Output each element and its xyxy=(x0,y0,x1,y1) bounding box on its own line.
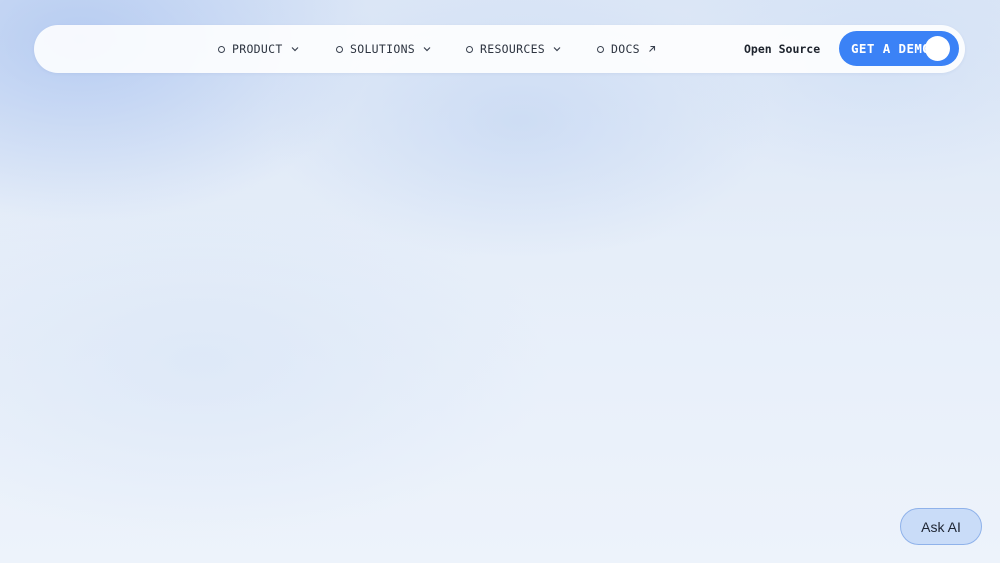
chevron-down-icon xyxy=(423,47,431,52)
bullet-icon xyxy=(336,45,343,53)
bullet-icon xyxy=(218,45,225,53)
ask-ai-button[interactable]: Ask AI xyxy=(900,508,982,545)
nav-item-label: RESOURCES xyxy=(480,42,546,56)
nav-item-label: PRODUCT xyxy=(232,42,283,56)
ask-ai-label: Ask AI xyxy=(921,518,961,535)
open-source-label: Open Source xyxy=(744,42,821,56)
page-background: PRODUCT SOLUTIONS RESOURCES DOCS Open So… xyxy=(0,0,1000,563)
open-source-link[interactable]: Open Source xyxy=(744,25,820,73)
external-arrow-icon xyxy=(649,45,655,52)
circle-icon xyxy=(925,36,950,61)
nav-item-label: SOLUTIONS xyxy=(350,42,416,56)
nav-item-label: DOCS xyxy=(611,42,640,56)
bullet-icon xyxy=(466,45,473,53)
nav-item-docs[interactable]: DOCS xyxy=(597,25,656,73)
bullet-icon xyxy=(597,45,604,53)
get-a-demo-button[interactable]: GET A DEMO xyxy=(839,31,959,66)
nav-item-solutions[interactable]: SOLUTIONS xyxy=(336,25,431,73)
demo-button-label: GET A DEMO xyxy=(851,41,931,56)
chevron-down-icon xyxy=(553,47,561,52)
top-navbar: PRODUCT SOLUTIONS RESOURCES DOCS Open So… xyxy=(34,25,965,73)
chevron-down-icon xyxy=(291,47,299,52)
nav-item-resources[interactable]: RESOURCES xyxy=(466,25,561,73)
nav-item-product[interactable]: PRODUCT xyxy=(218,25,299,73)
